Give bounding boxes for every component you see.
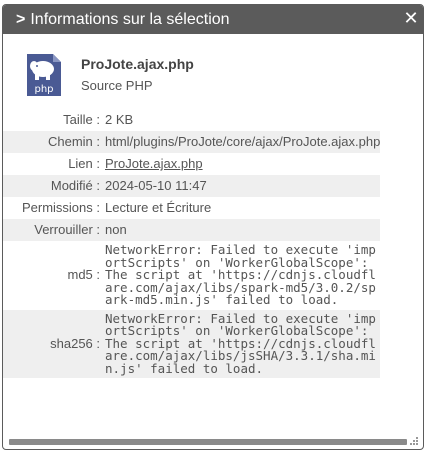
property-value: NetworkError: Failed to execute 'importS… [105, 242, 376, 307]
dialog-title: Informations sur la sélection [30, 10, 230, 28]
selection-info-dialog: > Informations sur la sélection ✕ php Pr… [2, 4, 424, 450]
property-row-lock: Verrouiller : non [3, 219, 423, 241]
property-key: Lien : [68, 156, 100, 171]
property-row-link: Lien : ProJote.ajax.php [3, 153, 423, 175]
property-value: non [102, 219, 380, 241]
file-link[interactable]: ProJote.ajax.php [105, 156, 203, 171]
php-icon-label: php [34, 84, 53, 95]
close-icon[interactable]: ✕ [401, 8, 421, 29]
horizontal-scrollbar[interactable] [9, 439, 407, 445]
property-key: sha256 : [3, 309, 102, 378]
file-name: ProJote.ajax.php [81, 56, 194, 72]
property-key: Verrouiller : [3, 219, 102, 241]
chevron-right-icon: > [16, 10, 26, 28]
php-file-icon: php [27, 54, 61, 96]
file-header: php ProJote.ajax.php Source PHP [3, 34, 423, 98]
property-row-size: Taille : 2 KB [3, 109, 423, 131]
property-key: Chemin : [3, 131, 102, 153]
property-row-permissions: Permissions : Lecture et Écriture [3, 197, 423, 219]
property-row-sha256: sha256 : NetworkError: Failed to execute… [3, 309, 423, 378]
property-value: 2 KB [105, 112, 134, 127]
property-row-modified: Modifié : 2024-05-10 11:47 [3, 175, 423, 197]
property-key: Taille : [63, 112, 100, 127]
resize-grip-icon[interactable] [409, 436, 419, 446]
property-key: Modifié : [3, 175, 102, 197]
property-key: md5 : [67, 267, 100, 283]
properties-table: Taille : 2 KB Chemin : html/plugins/ProJ… [3, 109, 423, 378]
property-row-path: Chemin : html/plugins/ProJote/core/ajax/… [3, 131, 423, 153]
property-value: NetworkError: Failed to execute 'importS… [102, 309, 380, 378]
property-value: Lecture et Écriture [105, 200, 212, 215]
dialog-titlebar[interactable]: > Informations sur la sélection ✕ [3, 5, 423, 34]
property-key: Permissions : [21, 200, 100, 215]
property-value: 2024-05-10 11:47 [102, 175, 380, 197]
property-value: html/plugins/ProJote/core/ajax/ProJote.a… [102, 131, 380, 153]
property-row-md5: md5 : NetworkError: Failed to execute 'i… [3, 241, 423, 310]
file-type: Source PHP [81, 78, 153, 93]
